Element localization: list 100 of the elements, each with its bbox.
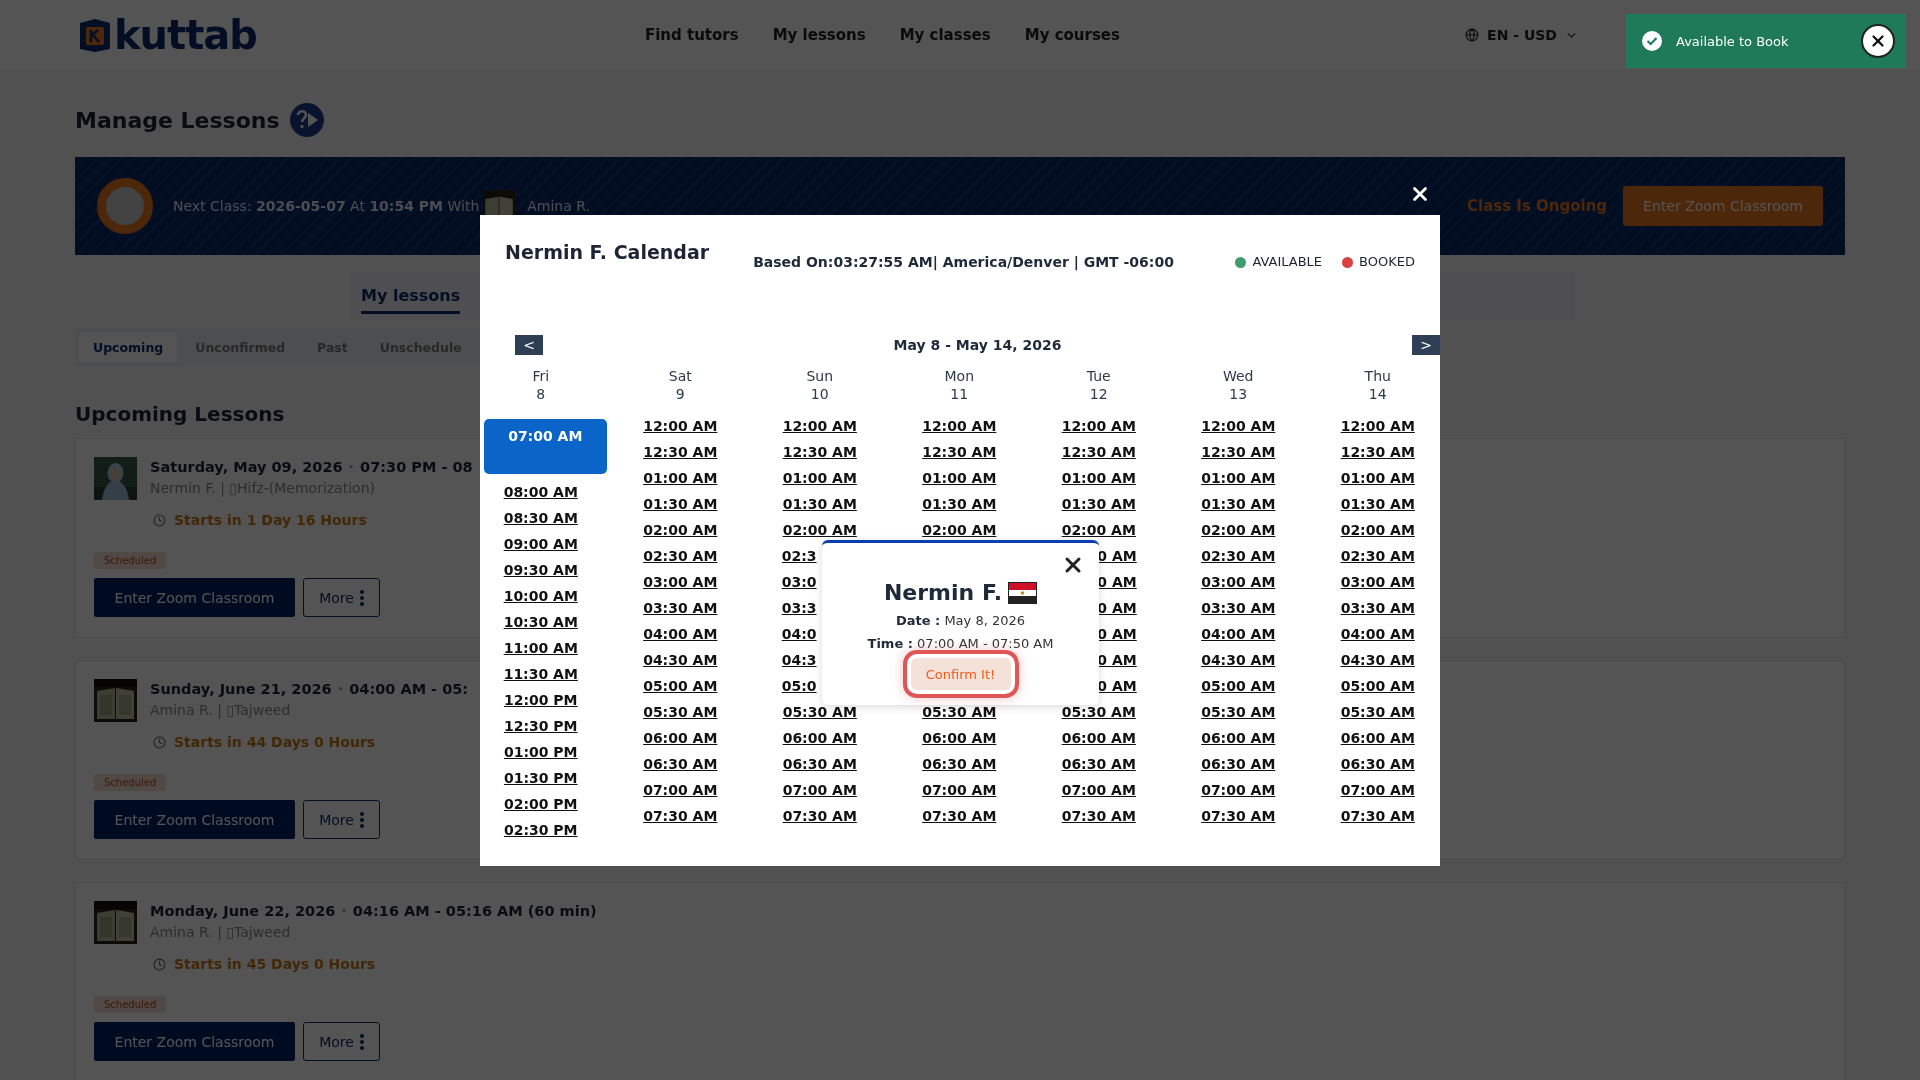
time-slot[interactable]: 01:00 AM — [1200, 465, 1277, 491]
legend-label: BOOKED — [1359, 255, 1415, 269]
time-slot[interactable]: 07:30 AM — [1200, 803, 1277, 829]
time-slot[interactable]: 02:00 PM — [502, 791, 579, 817]
time-slot[interactable]: 05:00 AM — [1339, 673, 1416, 699]
time-slot[interactable]: 05:00 AM — [642, 673, 719, 699]
time-slot[interactable]: 02:00 AM — [921, 517, 998, 543]
time-slot[interactable]: 02:30 AM — [1339, 543, 1416, 569]
time-slot[interactable]: 01:30 AM — [642, 491, 719, 517]
time-slot[interactable]: 10:30 AM — [502, 609, 579, 635]
time-slot[interactable]: 01:00 AM — [1060, 465, 1137, 491]
next-week-button[interactable]: > — [1412, 335, 1440, 355]
time-slot[interactable]: 03:30 AM — [1339, 595, 1416, 621]
time-slot[interactable]: 12:30 AM — [1060, 439, 1137, 465]
time-slot[interactable]: 11:00 AM — [502, 635, 579, 661]
time-slot[interactable]: 04:00 AM — [1339, 621, 1416, 647]
selected-time-slot[interactable]: 07:00 AM — [483, 419, 607, 474]
time-slot[interactable]: 01:00 AM — [921, 465, 998, 491]
time-slot[interactable]: 01:00 AM — [781, 465, 858, 491]
time-slot[interactable]: 07:00 AM — [1339, 777, 1416, 803]
time-slot[interactable]: 12:30 AM — [1200, 439, 1277, 465]
time-slot[interactable]: 12:30 AM — [781, 439, 858, 465]
time-slot[interactable]: 02:00 AM — [1339, 517, 1416, 543]
time-slot[interactable]: 03:00 AM — [1200, 569, 1277, 595]
time-slot[interactable]: 02:00 AM — [1200, 517, 1277, 543]
time-slot[interactable]: 09:30 AM — [502, 557, 579, 583]
time-slot[interactable]: 03:00 AM — [642, 569, 719, 595]
help-icon[interactable] — [289, 103, 324, 137]
kebab-icon — [359, 589, 364, 606]
time-slot[interactable]: 06:00 AM — [781, 725, 858, 751]
countdown: Starts in 45 Days 0 Hours — [174, 956, 376, 972]
time-slot[interactable]: 07:30 AM — [642, 803, 719, 829]
time-slot[interactable]: 07:30 AM — [781, 803, 858, 829]
time-slot[interactable]: 06:30 AM — [1339, 751, 1416, 777]
day-header: Fri 8 — [531, 367, 551, 404]
time-slot[interactable]: 10:00 AM — [502, 583, 579, 609]
time-slot[interactable]: 12:30 AM — [1339, 439, 1416, 465]
time-slot[interactable]: 02:30 PM — [502, 817, 579, 843]
time-slot[interactable]: 06:30 AM — [1200, 751, 1277, 777]
time-slot[interactable]: 12:00 AM — [1200, 413, 1277, 439]
time-slot[interactable]: 07:00 AM — [781, 777, 858, 803]
time-slot[interactable]: 07:30 AM — [1060, 803, 1137, 829]
time-slot[interactable]: 05:30 AM — [1339, 699, 1416, 725]
time-slot[interactable]: 03:30 AM — [642, 595, 719, 621]
time-slot[interactable]: 07:30 AM — [921, 803, 998, 829]
time-slot[interactable]: 05:00 AM — [1200, 673, 1277, 699]
time-slot[interactable]: 06:30 AM — [1060, 751, 1137, 777]
time-slot[interactable]: 06:00 AM — [1200, 725, 1277, 751]
time-slot[interactable]: 06:30 AM — [781, 751, 858, 777]
time-slot[interactable]: 07:00 AM — [1200, 777, 1277, 803]
time-slot[interactable]: 12:00 AM — [921, 413, 998, 439]
time-slot[interactable]: 01:30 AM — [781, 491, 858, 517]
status-badge: Scheduled — [94, 552, 167, 569]
time-slot[interactable]: 11:30 AM — [502, 661, 579, 687]
time-slot[interactable]: 07:00 AM — [642, 777, 719, 803]
time-slot[interactable]: 12:30 AM — [921, 439, 998, 465]
time-slot[interactable]: 01:00 AM — [1339, 465, 1416, 491]
time-slot[interactable]: 01:30 AM — [1339, 491, 1416, 517]
time-slot[interactable]: 08:30 AM — [502, 505, 579, 531]
time-slot[interactable]: 06:00 AM — [642, 725, 719, 751]
time-slot[interactable]: 02:30 AM — [1200, 543, 1277, 569]
time-slot[interactable]: 06:30 AM — [921, 751, 998, 777]
time-slot[interactable]: 06:00 AM — [921, 725, 998, 751]
time-slot[interactable]: 01:30 AM — [1200, 491, 1277, 517]
time-slot[interactable]: 07:00 AM — [1060, 777, 1137, 803]
time-slot[interactable]: 06:30 AM — [642, 751, 719, 777]
previous-week-button[interactable]: < — [515, 335, 543, 355]
time-slot[interactable]: 04:30 AM — [1200, 647, 1277, 673]
time-slot[interactable]: 02:00 AM — [642, 517, 719, 543]
time-slot[interactable]: 07:00 AM — [921, 777, 998, 803]
time-slot[interactable]: 05:30 AM — [1200, 699, 1277, 725]
time-slot[interactable]: 01:30 AM — [921, 491, 998, 517]
time-slot[interactable]: 12:00 AM — [642, 413, 719, 439]
time-slot[interactable]: 02:00 AM — [1060, 517, 1137, 543]
time-slot[interactable]: 02:00 AM — [781, 517, 858, 543]
time-slot[interactable]: 09:00 AM — [502, 531, 579, 557]
time-slot[interactable]: 03:30 AM — [1200, 595, 1277, 621]
time-slot[interactable]: 01:30 PM — [502, 765, 579, 791]
close-button[interactable] — [1861, 24, 1895, 58]
clock-icon — [153, 957, 166, 971]
time-slot[interactable]: 08:00 AM — [502, 479, 579, 505]
time-slot[interactable]: 05:30 AM — [642, 699, 719, 725]
time-slot[interactable]: 04:00 AM — [642, 621, 719, 647]
time-slot[interactable]: 04:00 AM — [1200, 621, 1277, 647]
time-slot[interactable]: 03:00 AM — [1339, 569, 1416, 595]
time-slot[interactable]: 01:30 AM — [1060, 491, 1137, 517]
time-slot[interactable]: 12:00 AM — [1339, 413, 1416, 439]
time-slot[interactable]: 01:00 PM — [502, 739, 579, 765]
time-slot[interactable]: 04:30 AM — [1339, 647, 1416, 673]
time-slot[interactable]: 04:30 AM — [642, 647, 719, 673]
time-slot[interactable]: 12:30 AM — [642, 439, 719, 465]
time-slot[interactable]: 07:30 AM — [1339, 803, 1416, 829]
time-slot[interactable]: 12:00 AM — [781, 413, 858, 439]
time-slot[interactable]: 02:30 AM — [642, 543, 719, 569]
time-slot[interactable]: 06:00 AM — [1060, 725, 1137, 751]
time-slot[interactable]: 12:00 PM — [502, 687, 579, 713]
time-slot[interactable]: 12:00 AM — [1060, 413, 1137, 439]
time-slot[interactable]: 06:00 AM — [1339, 725, 1416, 751]
time-slot[interactable]: 01:00 AM — [642, 465, 719, 491]
time-slot[interactable]: 12:30 PM — [502, 713, 579, 739]
